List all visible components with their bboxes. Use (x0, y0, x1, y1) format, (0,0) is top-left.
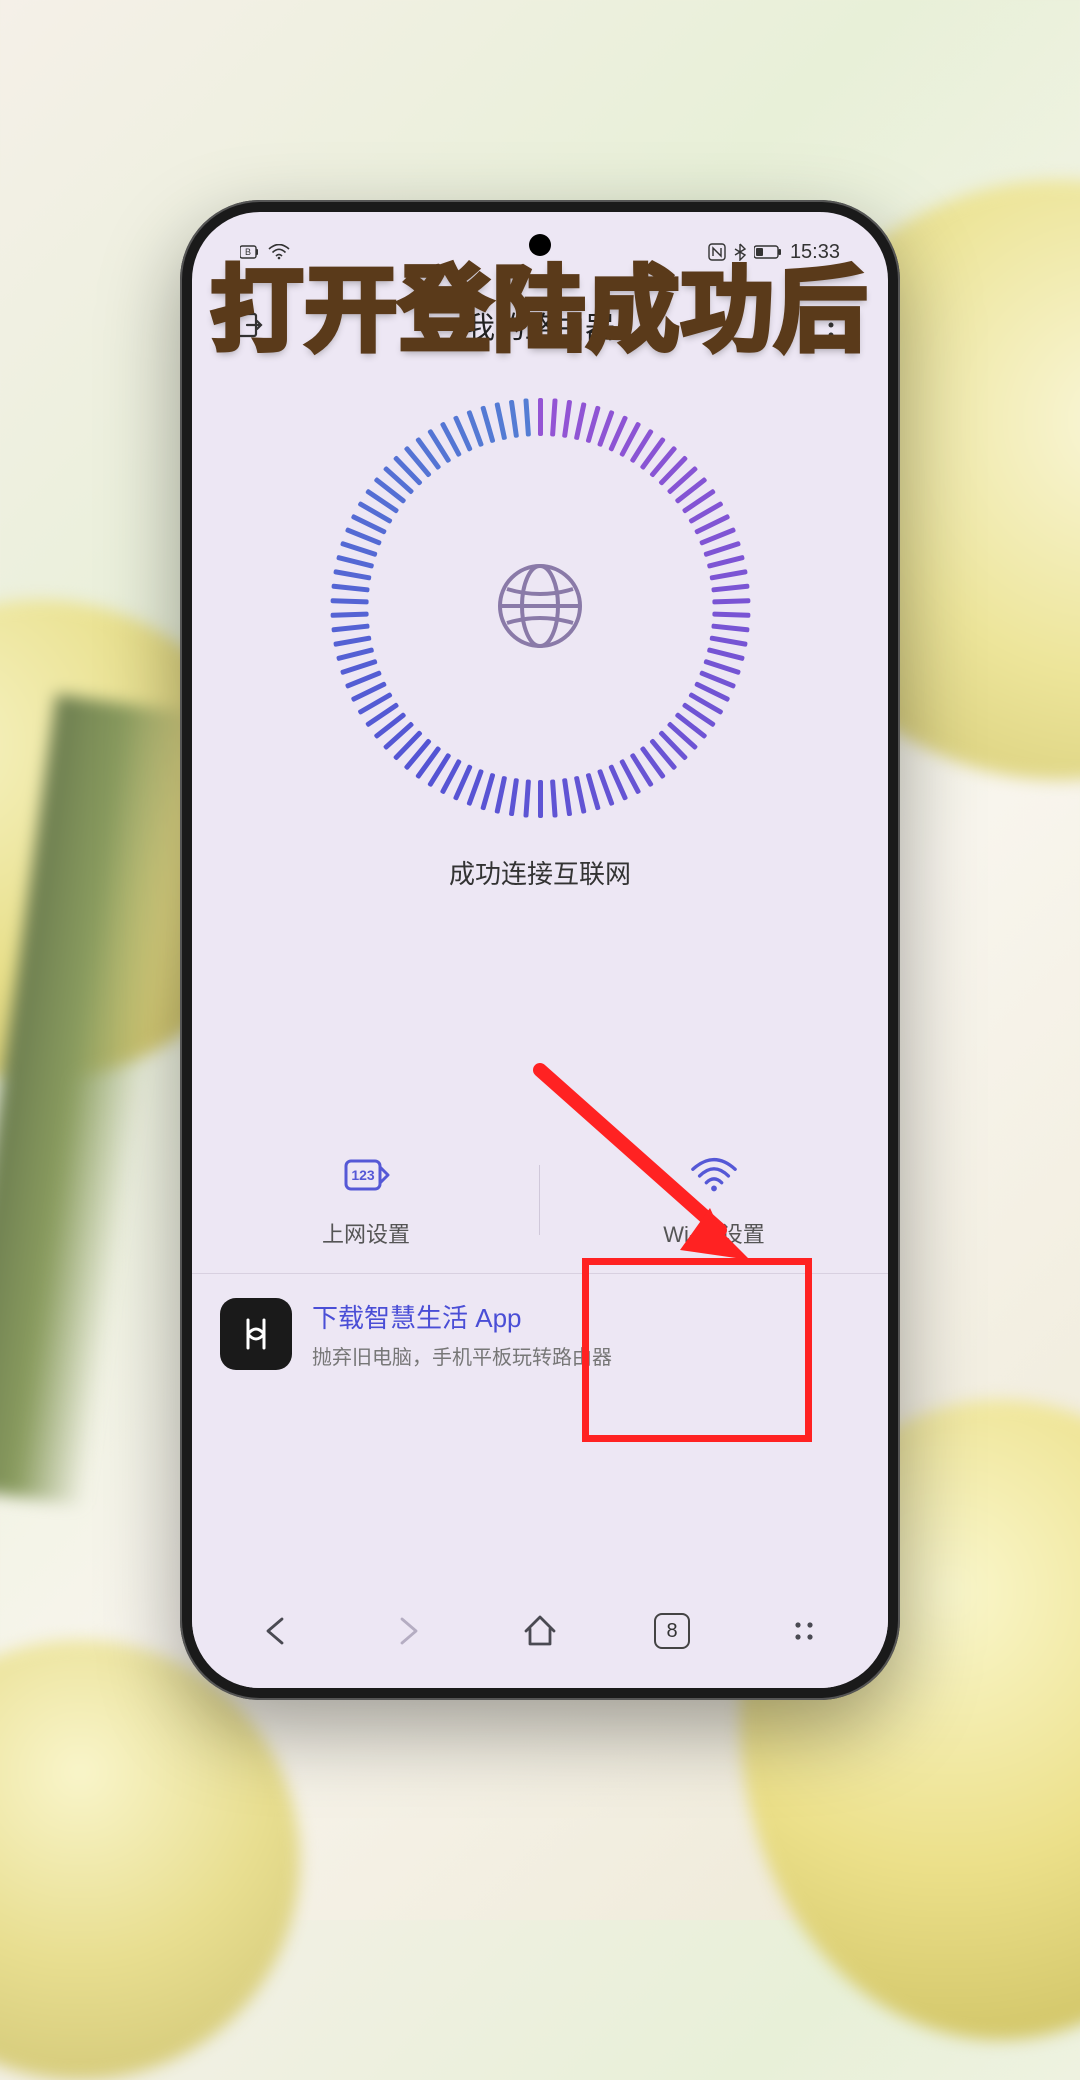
app-download-promo[interactable]: 下载智慧生活 App 抛弃旧电脑，手机平板玩转路由器 (192, 1274, 888, 1394)
connection-status-area: 成功连接互联网 (192, 358, 888, 891)
page-title: 我的路由器 (266, 303, 814, 347)
connection-status-text: 成功连接互联网 (449, 854, 631, 891)
app-header: 我的路由器 (192, 292, 888, 358)
camera-punch-hole (529, 234, 551, 256)
logout-button[interactable] (232, 308, 266, 342)
more-options-button[interactable] (814, 308, 848, 342)
internet-settings-icon: 123 (342, 1151, 390, 1199)
battery-icon (754, 245, 782, 259)
battery-left-icon: B (240, 245, 260, 259)
browser-home-button[interactable] (510, 1601, 570, 1661)
browser-back-button[interactable] (246, 1601, 306, 1661)
promo-subtitle: 抛弃旧电脑，手机平板玩转路由器 (312, 1341, 612, 1370)
browser-menu-button[interactable] (774, 1601, 834, 1661)
phone-screen: B 15:33 (192, 212, 888, 1688)
browser-nav-bar: 8 (192, 1588, 888, 1688)
svg-text:B: B (245, 247, 251, 257)
browser-tabs-button[interactable]: 8 (642, 1601, 702, 1661)
wifi-status-icon (268, 244, 290, 260)
status-time: 15:33 (790, 241, 840, 264)
tab-count: 8 (654, 1613, 690, 1649)
bluetooth-icon (734, 243, 746, 261)
internet-settings-button[interactable]: 123 上网设置 (192, 1151, 540, 1249)
promo-title: 下载智慧生活 App (312, 1298, 612, 1335)
app-promo-icon (220, 1298, 292, 1370)
internet-settings-label: 上网设置 (322, 1217, 410, 1249)
phone-frame: B 15:33 (180, 200, 900, 1700)
status-dial (330, 398, 750, 818)
browser-forward-button[interactable] (378, 1601, 438, 1661)
svg-text:123: 123 (351, 1167, 375, 1183)
annotation-arrow (520, 1050, 780, 1285)
nfc-icon (708, 243, 726, 261)
